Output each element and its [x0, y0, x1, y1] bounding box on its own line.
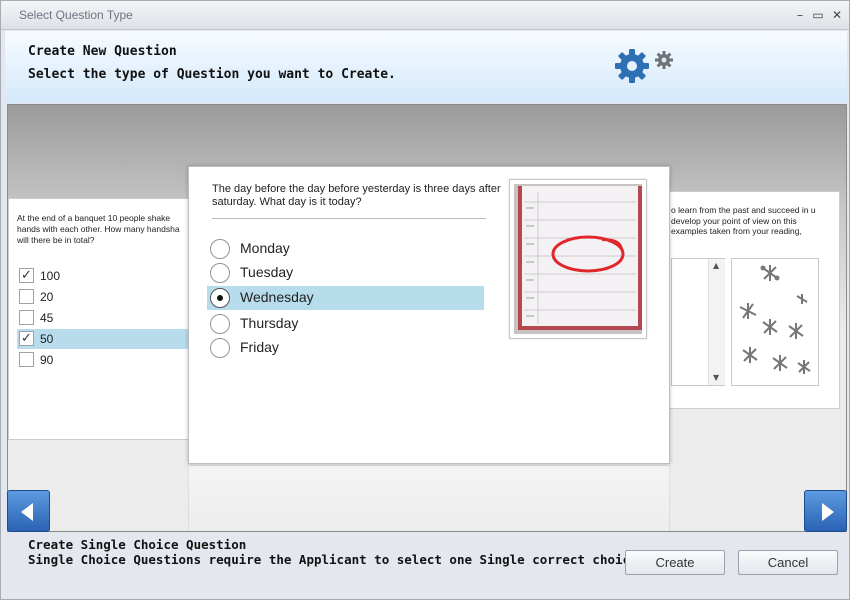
radio-button[interactable] [210, 338, 230, 358]
radio-option-monday[interactable]: Monday [207, 237, 484, 261]
question-carousel: At the end of a banquet 10 people shake … [7, 104, 847, 532]
cancel-button-label: Cancel [767, 555, 809, 570]
radio-option-wednesday[interactable]: Wednesday [207, 286, 484, 310]
radio-button-selected[interactable] [210, 288, 230, 308]
header-subtitle: Select the type of Question you want to … [28, 67, 396, 82]
radio-button[interactable] [210, 263, 230, 283]
title-bar[interactable]: Select Question Type – ▭ ✕ [1, 1, 849, 30]
single-choice-card[interactable]: The day before the day before yesterday … [188, 166, 670, 464]
checkbox-checked: ✓ [19, 331, 34, 346]
radio-option-label: Tuesday [240, 264, 294, 280]
multiple-choice-card[interactable]: At the end of a banquet 10 people shake … [8, 198, 195, 440]
small-gear-icon [655, 51, 673, 69]
radio-option-label: Thursday [240, 315, 299, 331]
scrollbar: ▲ ▼ [708, 259, 725, 385]
footer-description: Single Choice Questions require the Appl… [28, 552, 646, 567]
minimize-icon[interactable]: – [792, 7, 808, 23]
left-option: 45 [17, 308, 195, 328]
left-option: ✓ 100 [17, 266, 195, 286]
left-option-label: 90 [40, 353, 54, 367]
left-option-label: 100 [40, 269, 61, 283]
next-button[interactable] [804, 490, 847, 532]
card-reflection [188, 465, 670, 531]
checkbox [19, 352, 34, 367]
radio-option-thursday[interactable]: Thursday [207, 312, 484, 336]
left-option-label: 20 [40, 290, 54, 304]
left-option: 90 [17, 350, 195, 370]
create-button-label: Create [655, 555, 695, 570]
create-button[interactable]: Create [625, 550, 725, 575]
left-option-label: 45 [40, 311, 54, 325]
answer-textbox: ▲ ▼ [671, 258, 725, 386]
checkbox [19, 289, 34, 304]
header-banner: Create New Question Select the type of Q… [5, 31, 847, 103]
header-title: Create New Question [28, 44, 177, 59]
jacks-image [731, 258, 819, 386]
scroll-up-icon: ▲ [713, 261, 720, 270]
center-card-question: The day before the day before yesterday … [212, 183, 501, 208]
dialog-window: Select Question Type – ▭ ✕ Create New Qu… [0, 0, 850, 600]
radio-button[interactable] [210, 239, 230, 259]
left-option-label: 50 [40, 332, 54, 346]
window-title: Select Question Type [19, 8, 133, 22]
radio-option-friday[interactable]: Friday [207, 336, 484, 360]
right-arrow-icon [822, 503, 834, 521]
left-option: 20 [17, 287, 195, 307]
radio-button[interactable] [210, 314, 230, 334]
essay-card[interactable]: o learn from the past and succeed in u d… [668, 191, 840, 409]
radio-option-label: Friday [240, 339, 279, 355]
checkbox-checked: ✓ [19, 268, 34, 283]
close-icon[interactable]: ✕ [829, 7, 845, 23]
left-card-question: At the end of a banquet 10 people shake … [17, 213, 180, 245]
left-arrow-icon [21, 503, 33, 521]
footer-title: Create Single Choice Question [28, 537, 247, 552]
gear-icon [615, 49, 649, 83]
divider [212, 218, 486, 219]
radio-option-label: Monday [240, 240, 290, 256]
footer: Create Single Choice Question Single Cho… [1, 532, 849, 599]
left-option-highlighted: ✓ 50 [17, 329, 195, 349]
cancel-button[interactable]: Cancel [738, 550, 838, 575]
scroll-down-icon: ▼ [713, 373, 720, 382]
radio-option-tuesday[interactable]: Tuesday [207, 261, 484, 285]
radio-option-label: Wednesday [240, 289, 314, 305]
maximize-icon[interactable]: ▭ [810, 7, 826, 23]
calendar-photo [509, 179, 647, 339]
right-card-question: o learn from the past and succeed in u d… [671, 205, 816, 236]
previous-button[interactable] [7, 490, 50, 532]
checkbox [19, 310, 34, 325]
